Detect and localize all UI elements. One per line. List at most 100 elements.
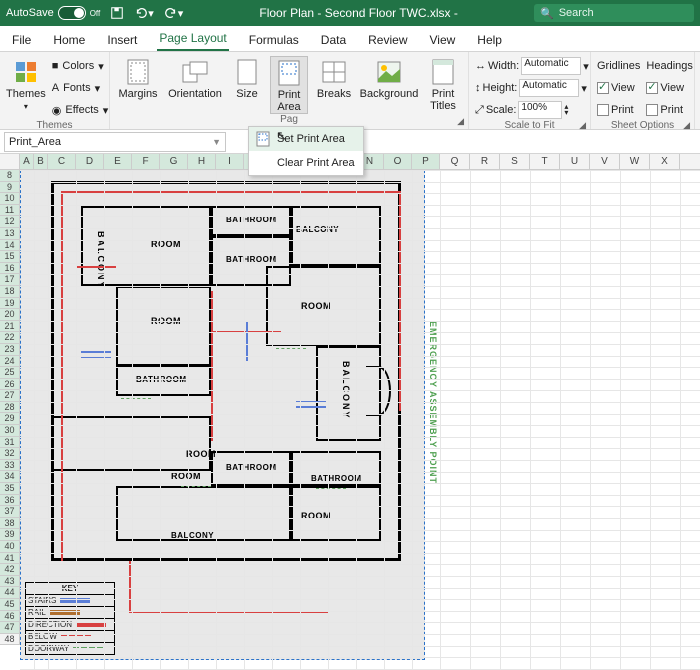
col-header[interactable]: G xyxy=(160,154,188,169)
tab-review[interactable]: Review xyxy=(366,29,409,51)
row-header[interactable]: 46 xyxy=(0,611,20,623)
select-all-button[interactable] xyxy=(0,154,20,169)
col-header[interactable]: F xyxy=(132,154,160,169)
row-header[interactable]: 29 xyxy=(0,413,20,425)
save-icon[interactable] xyxy=(110,6,124,20)
row-header[interactable]: 25 xyxy=(0,367,20,379)
row-header[interactable]: 9 xyxy=(0,182,20,194)
breaks-button[interactable]: Breaks xyxy=(314,56,354,100)
tab-home[interactable]: Home xyxy=(51,29,87,51)
row-header[interactable]: 17 xyxy=(0,274,20,286)
dialog-launcher-icon[interactable]: ◢ xyxy=(457,116,464,127)
row-header[interactable]: 43 xyxy=(0,576,20,588)
row-header[interactable]: 42 xyxy=(0,564,20,576)
orientation-button[interactable]: Orientation xyxy=(166,56,224,100)
toggle-switch[interactable] xyxy=(58,6,86,20)
dialog-launcher-icon[interactable]: ◢ xyxy=(683,120,690,131)
gridlines-print-check[interactable]: Print xyxy=(597,100,640,120)
col-header[interactable]: C xyxy=(48,154,76,169)
tab-formulas[interactable]: Formulas xyxy=(247,29,301,51)
col-header[interactable]: D xyxy=(76,154,104,169)
gridlines-view-check[interactable]: View xyxy=(597,78,640,98)
col-header[interactable]: E xyxy=(104,154,132,169)
undo-icon[interactable]: ▾ xyxy=(134,6,154,20)
col-header[interactable]: X xyxy=(650,154,680,169)
clear-print-area-item[interactable]: Clear Print Area xyxy=(249,151,363,175)
row-header[interactable]: 32 xyxy=(0,448,20,460)
chevron-down-icon[interactable]: ▼ xyxy=(212,137,221,147)
headings-view-check[interactable]: View xyxy=(646,78,692,98)
tab-page-layout[interactable]: Page Layout xyxy=(157,27,228,51)
col-header[interactable]: R xyxy=(470,154,500,169)
grid-cells[interactable]: ROOM BALCONY BATHROOM BALCONY BATHROOM R… xyxy=(20,170,700,670)
row-header[interactable]: 13 xyxy=(0,228,20,240)
col-header[interactable]: B xyxy=(34,154,48,169)
col-header[interactable]: Q xyxy=(440,154,470,169)
size-button[interactable]: Size xyxy=(230,56,264,100)
fonts-button[interactable]: A Fonts ▾ xyxy=(52,78,109,98)
row-header[interactable]: 40 xyxy=(0,541,20,553)
row-header[interactable]: 28 xyxy=(0,402,20,414)
tab-file[interactable]: File xyxy=(10,29,33,51)
row-header[interactable]: 8 xyxy=(0,170,20,182)
row-header[interactable]: 36 xyxy=(0,495,20,507)
row-header[interactable]: 30 xyxy=(0,425,20,437)
tab-help[interactable]: Help xyxy=(475,29,504,51)
autosave-toggle[interactable]: AutoSave Off xyxy=(6,6,100,20)
col-header[interactable]: P xyxy=(412,154,440,169)
tab-data[interactable]: Data xyxy=(319,29,348,51)
background-button[interactable]: Background xyxy=(360,56,418,100)
row-header[interactable]: 15 xyxy=(0,251,20,263)
colors-button[interactable]: ■ Colors ▾ xyxy=(52,56,109,76)
row-header[interactable]: 45 xyxy=(0,599,20,611)
print-area-button[interactable]: Print Area xyxy=(270,56,308,114)
search-box[interactable]: 🔍 Search xyxy=(534,4,694,22)
col-header[interactable]: S xyxy=(500,154,530,169)
col-header[interactable]: W xyxy=(620,154,650,169)
col-header[interactable]: U xyxy=(560,154,590,169)
print-titles-button[interactable]: Print Titles xyxy=(424,56,462,112)
row-header[interactable]: 27 xyxy=(0,390,20,402)
row-header[interactable]: 23 xyxy=(0,344,20,356)
row-header[interactable]: 18 xyxy=(0,286,20,298)
dialog-launcher-icon[interactable]: ◢ xyxy=(579,120,586,131)
col-header[interactable]: I xyxy=(216,154,244,169)
row-header[interactable]: 14 xyxy=(0,240,20,252)
tab-insert[interactable]: Insert xyxy=(105,29,139,51)
col-header[interactable]: V xyxy=(590,154,620,169)
tab-view[interactable]: View xyxy=(428,29,458,51)
row-header[interactable]: 38 xyxy=(0,518,20,530)
row-header[interactable]: 10 xyxy=(0,193,20,205)
set-print-area-item[interactable]: Set Print Area xyxy=(249,127,363,151)
row-header[interactable]: 48 xyxy=(0,634,20,646)
row-header[interactable]: 39 xyxy=(0,529,20,541)
row-header[interactable]: 47 xyxy=(0,622,20,634)
row-header[interactable]: 44 xyxy=(0,587,20,599)
row-header[interactable]: 35 xyxy=(0,483,20,495)
row-header[interactable]: 11 xyxy=(0,205,20,217)
row-header[interactable]: 21 xyxy=(0,321,20,333)
row-header[interactable]: 31 xyxy=(0,437,20,449)
row-header[interactable]: 19 xyxy=(0,298,20,310)
scale-input[interactable]: 100% xyxy=(518,101,562,119)
col-header[interactable]: T xyxy=(530,154,560,169)
row-header[interactable]: 22 xyxy=(0,332,20,344)
col-header[interactable]: O xyxy=(384,154,412,169)
col-header[interactable]: A xyxy=(20,154,34,169)
col-header[interactable]: H xyxy=(188,154,216,169)
themes-button[interactable]: Themes▾ xyxy=(6,56,46,111)
row-header[interactable]: 33 xyxy=(0,460,20,472)
worksheet[interactable]: ABCDEFGHIJKLMNOPQRSTUVWX 891011121314151… xyxy=(0,154,700,670)
name-box[interactable]: Print_Area ▼ xyxy=(4,132,226,152)
row-header[interactable]: 41 xyxy=(0,553,20,565)
row-header[interactable]: 26 xyxy=(0,379,20,391)
effects-button[interactable]: ◉ Effects ▾ xyxy=(52,100,109,120)
row-header[interactable]: 24 xyxy=(0,356,20,368)
width-select[interactable]: Automatic xyxy=(521,57,581,75)
row-header[interactable]: 12 xyxy=(0,216,20,228)
margins-button[interactable]: Margins xyxy=(116,56,160,100)
row-header[interactable]: 37 xyxy=(0,506,20,518)
redo-icon[interactable]: ▾ xyxy=(164,6,184,20)
height-select[interactable]: Automatic xyxy=(519,79,579,97)
row-header[interactable]: 20 xyxy=(0,309,20,321)
